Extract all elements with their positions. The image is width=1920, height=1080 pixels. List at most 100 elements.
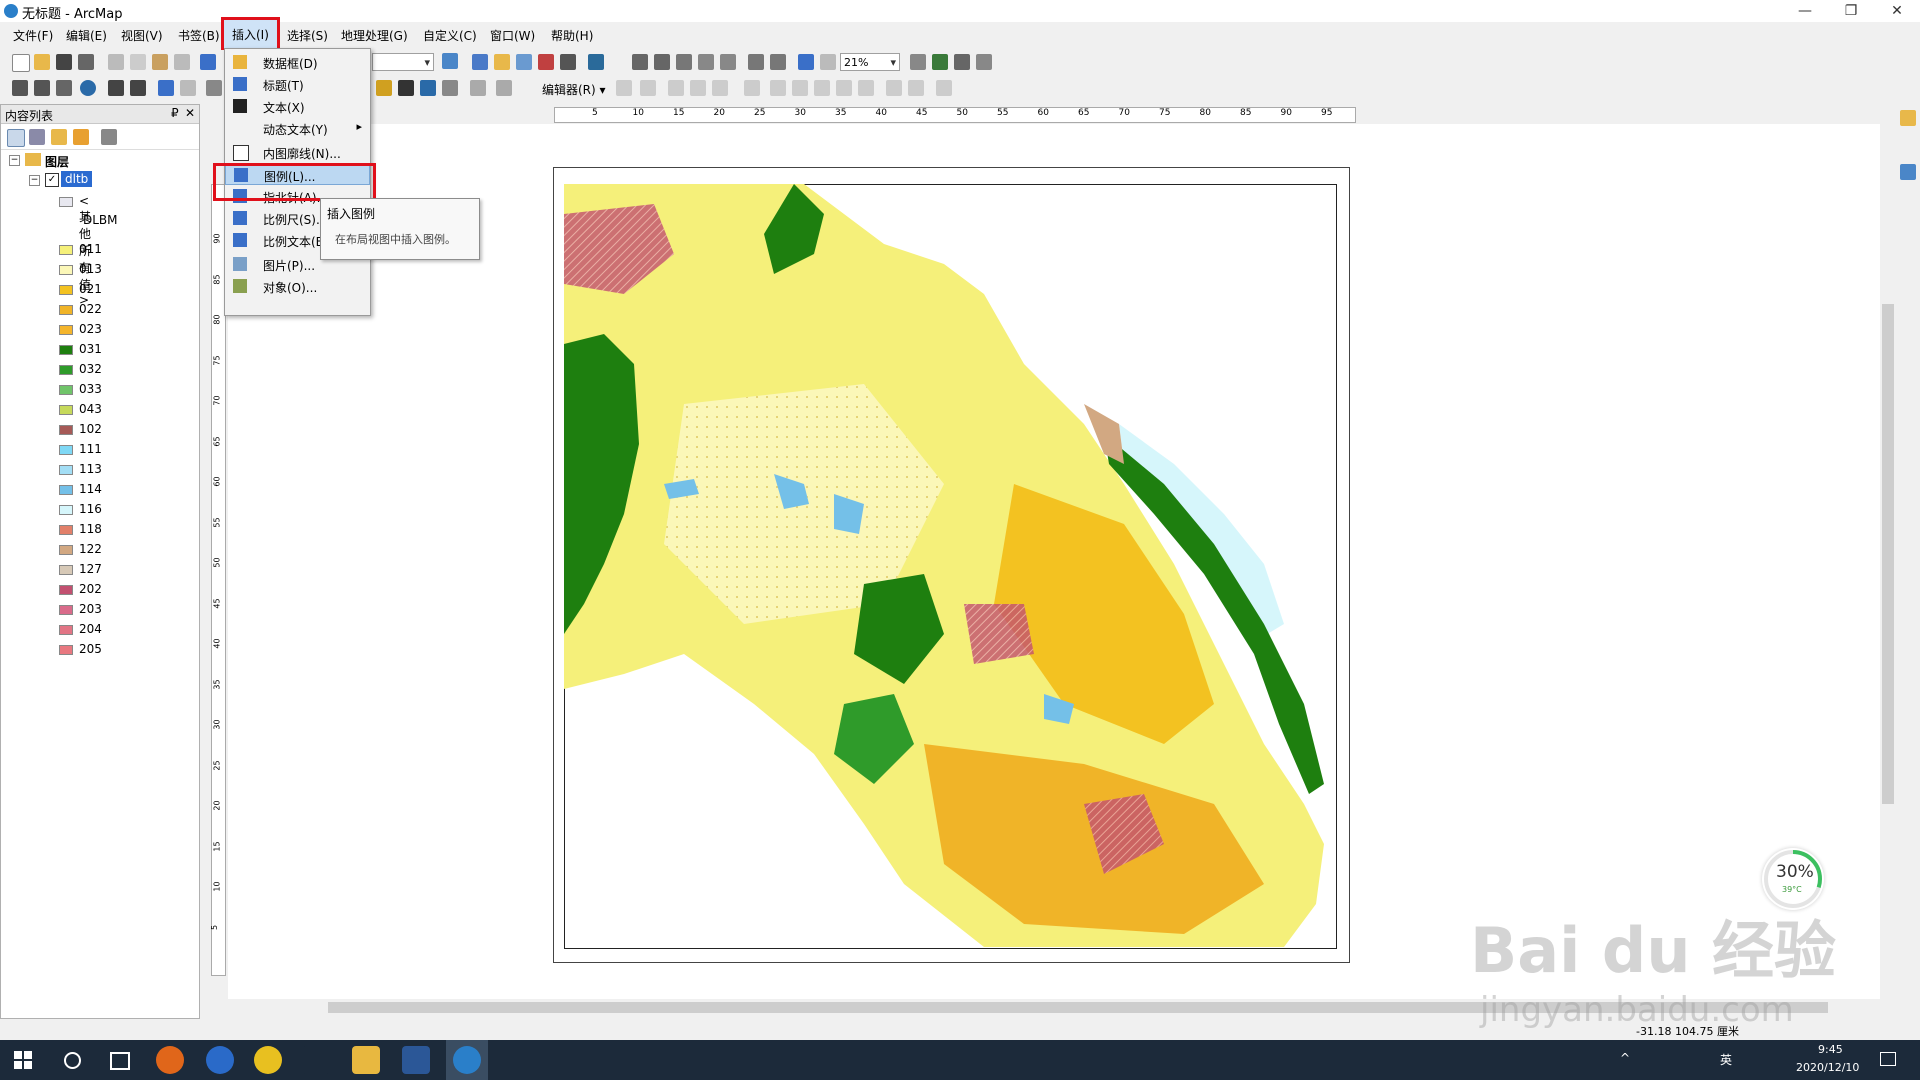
search-dock-icon[interactable] [1900,164,1916,180]
legend-swatch[interactable] [59,265,73,275]
legend-swatch[interactable] [59,605,73,615]
fixed-zoom-in-icon-2[interactable] [108,80,124,96]
catalog-dock-icon[interactable] [1900,110,1916,126]
next-extent-icon[interactable] [820,54,836,70]
legend-swatch[interactable] [59,465,73,475]
find-icon[interactable] [398,80,414,96]
trace-icon[interactable] [712,80,728,96]
menu-customize[interactable]: 自定义(C) [420,27,480,44]
pin-icon[interactable]: ₽ [171,106,179,120]
legend-swatch[interactable] [59,585,73,595]
pan-layout-icon[interactable] [676,54,692,70]
delete-icon[interactable] [174,54,190,70]
list-by-visibility-icon[interactable] [51,129,67,145]
python-window-icon[interactable] [560,54,576,70]
collapse-icon[interactable]: − [9,155,20,166]
html-popup-icon[interactable] [470,80,486,96]
notifications-icon[interactable] [1880,1052,1896,1066]
zoom-in-layout-icon[interactable] [632,54,648,70]
legend-swatch[interactable] [59,325,73,335]
select-elements-icon[interactable] [376,80,392,96]
search-app-icon[interactable] [156,1046,184,1074]
legend-swatch[interactable] [59,385,73,395]
zoom-100-icon[interactable] [720,54,736,70]
layer-name[interactable]: dltb [61,171,93,187]
zoom-out-icon[interactable] [34,80,50,96]
full-extent-icon[interactable] [80,80,96,96]
minimize-button[interactable]: — [1782,0,1828,22]
end-point-arc-icon[interactable] [690,80,706,96]
start-icon[interactable] [14,1051,32,1069]
map-scale-combo[interactable] [372,53,434,72]
reshape-icon[interactable] [792,80,808,96]
previous-extent-icon[interactable] [798,54,814,70]
legend-swatch[interactable] [59,345,73,355]
legend-swatch[interactable] [59,365,73,375]
maximize-button[interactable]: ❐ [1828,0,1874,22]
tray-chevron-icon[interactable]: ^ [1620,1051,1630,1065]
fixed-zoom-in-icon[interactable] [748,54,764,70]
clock-date[interactable]: 2020/12/10 [1796,1061,1859,1074]
layout-zoom-combo[interactable]: 21% [840,53,900,72]
legend-swatch[interactable] [59,565,73,575]
legend-swatch[interactable] [59,305,73,315]
measure-icon[interactable] [442,80,458,96]
copy-icon[interactable] [130,54,146,70]
edit-vertices-icon[interactable] [770,80,786,96]
ime-language[interactable]: 英 [1720,1051,1732,1068]
menu-file[interactable]: 文件(F) [10,27,56,44]
file-explorer-icon[interactable] [352,1046,380,1074]
clock-time[interactable]: 9:45 [1818,1043,1843,1056]
land-use-map[interactable] [564,184,1335,947]
edit-tool-icon[interactable] [616,80,632,96]
legend-swatch[interactable] [59,525,73,535]
edit-annotation-icon[interactable] [640,80,656,96]
close-button[interactable]: ✕ [1874,0,1920,22]
editor-menu[interactable]: 编辑器(R) ▾ [542,81,606,98]
focus-data-frame-icon[interactable] [932,54,948,70]
search-icon[interactable] [64,1052,81,1069]
menu-geoprocessing[interactable]: 地理处理(G) [338,27,411,44]
editor-toolbar-icon[interactable] [442,53,458,69]
menu-view[interactable]: 视图(V) [118,27,166,44]
undo-icon[interactable] [200,54,216,70]
legend-swatch[interactable] [59,485,73,495]
menu-edit[interactable]: 编辑(E) [63,27,110,44]
menu-windows[interactable]: 窗口(W) [487,27,538,44]
menu-help[interactable]: 帮助(H) [548,27,596,44]
insert-menu-item[interactable]: 数据框(D) [225,51,370,73]
menu-insert[interactable]: 插入(I) [221,17,280,52]
arctoolbox-icon[interactable] [538,54,554,70]
vertical-scrollbar[interactable] [1880,104,1897,999]
fixed-zoom-out-icon-2[interactable] [130,80,146,96]
legend-swatch[interactable] [59,245,73,255]
insert-menu-item[interactable]: 标题(T) [225,73,370,95]
rotate-icon[interactable] [858,80,874,96]
new-document-icon[interactable] [12,54,30,72]
layer-collapse-icon[interactable]: − [29,175,40,186]
toc-window-icon[interactable] [472,54,488,70]
zoom-in-icon[interactable] [12,80,28,96]
list-by-selection-icon[interactable] [73,129,89,145]
create-features-icon[interactable] [936,80,952,96]
fixed-zoom-out-icon[interactable] [770,54,786,70]
legend-swatch[interactable] [59,405,73,415]
model-builder-icon[interactable] [588,54,604,70]
change-layout-icon[interactable] [954,54,970,70]
print-icon[interactable] [78,54,94,70]
layer-visibility-checkbox[interactable]: ✓ [45,173,59,187]
legend-swatch[interactable] [59,505,73,515]
toc-close-button[interactable]: ✕ [185,106,195,120]
insert-menu-item[interactable]: 内图廓线(N)... [225,141,370,163]
zoom-whole-page-icon[interactable] [698,54,714,70]
paste-icon[interactable] [152,54,168,70]
menu-selection[interactable]: 选择(S) [284,27,331,44]
toggle-draft-icon[interactable] [910,54,926,70]
vertical-scroll-thumb[interactable] [1882,304,1894,804]
insert-menu-item[interactable]: 动态文本(Y) ▸ [225,117,370,139]
list-by-source-icon[interactable] [29,129,45,145]
catalog-icon[interactable] [494,54,510,70]
zoom-out-layout-icon[interactable] [654,54,670,70]
legend-swatch[interactable] [59,285,73,295]
toc-options-icon[interactable] [101,129,117,145]
